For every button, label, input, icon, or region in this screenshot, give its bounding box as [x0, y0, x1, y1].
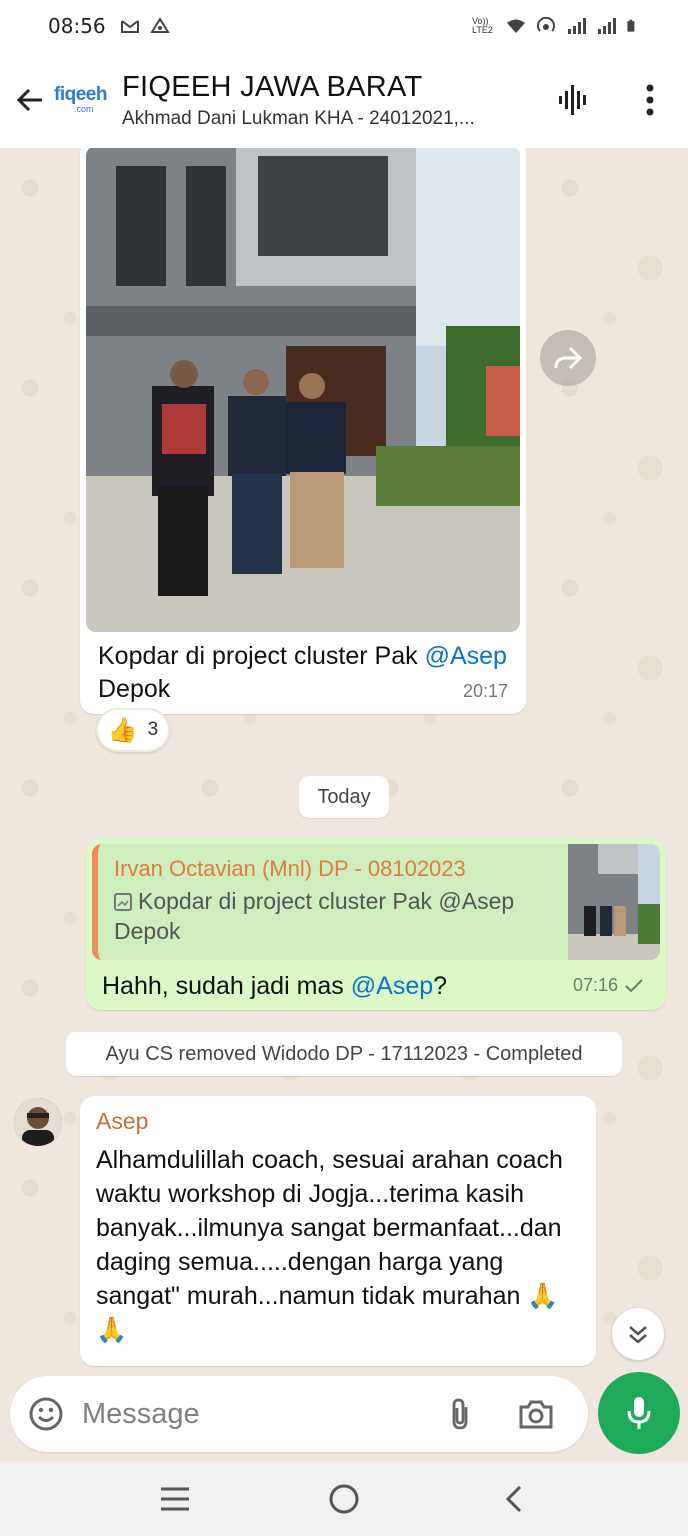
battery-icon	[627, 19, 635, 32]
incoming-message[interactable]: Asep Alhamdulillah coach, sesuai arahan …	[80, 1096, 596, 1366]
message-time-status: 07:16	[573, 975, 644, 996]
smiley-icon	[29, 1397, 63, 1431]
group-avatar[interactable]: fiqeeh .com	[54, 80, 112, 120]
photo-icon	[114, 893, 132, 911]
menu-icon	[160, 1487, 189, 1511]
group-title: FIQEEH JAWA BARAT	[122, 70, 423, 103]
drive-icon	[149, 17, 170, 33]
chat-area[interactable]: Kopdar di project cluster Pak @Asep Depo…	[0, 148, 688, 1378]
voice-chat-button[interactable]	[550, 76, 598, 124]
system-back-button[interactable]	[489, 1475, 537, 1523]
status-bar: 08:56 Vo)) LTE2	[0, 0, 688, 52]
check-icon	[625, 978, 643, 992]
reaction-badge[interactable]: 👍 3	[96, 708, 170, 752]
camera-button[interactable]	[514, 1392, 558, 1436]
thumbs-up-icon: 👍	[107, 716, 138, 744]
arrow-left-icon	[16, 88, 42, 112]
sender-name[interactable]: Asep	[96, 1108, 580, 1135]
reply-message[interactable]: Irvan Octavian (Mnl) DP - 08102023 Kopda…	[86, 838, 666, 1010]
system-nav-bar	[0, 1462, 688, 1536]
forward-button[interactable]	[540, 330, 596, 386]
date-divider: Today	[299, 776, 389, 818]
microphone-icon	[627, 1397, 651, 1429]
message-time: 20:17	[462, 681, 508, 701]
signal-icon	[568, 18, 586, 34]
group-members: Akhmad Dani Lukman KHA - 24012021,...	[122, 107, 475, 129]
caption-mention[interactable]: @Asep	[425, 642, 507, 670]
quoted-message[interactable]: Irvan Octavian (Mnl) DP - 08102023 Kopda…	[92, 844, 660, 960]
scroll-to-bottom-button[interactable]	[612, 1308, 664, 1360]
avatar[interactable]	[14, 1098, 62, 1146]
volte-icon: Vo)) LTE2	[472, 16, 493, 35]
avatar-image	[14, 1098, 62, 1146]
status-time: 08:56	[48, 14, 106, 38]
reply-text-content: Hahh, sudah jadi mas	[102, 972, 351, 1000]
quoted-thumbnail	[568, 844, 660, 960]
attach-button[interactable]	[438, 1392, 482, 1436]
message-time: 07:16	[572, 975, 618, 995]
gmail-icon	[120, 20, 139, 33]
photo-message[interactable]: Kopdar di project cluster Pak @Asep Depo…	[80, 148, 526, 714]
recent-apps-button[interactable]	[151, 1475, 199, 1523]
wifi-icon	[507, 19, 525, 33]
forward-icon	[554, 346, 583, 370]
group-info[interactable]: FIQEEH JAWA BARAT Akhmad Dani Lukman KHA…	[122, 71, 522, 130]
reaction-count: 3	[147, 719, 159, 740]
paperclip-icon	[452, 1398, 468, 1430]
home-button[interactable]	[320, 1475, 368, 1523]
message-input[interactable]	[82, 1397, 422, 1431]
more-options-button[interactable]	[626, 76, 674, 124]
camera-icon	[519, 1400, 553, 1429]
message-text: Alhamdulillah coach, sesuai arahan coach…	[96, 1146, 563, 1344]
reply-text-end: ?	[433, 972, 448, 1000]
voice-chat-icon	[559, 85, 586, 115]
more-options-icon	[646, 84, 654, 116]
emoji-button[interactable]	[26, 1394, 66, 1434]
signal-icon	[598, 18, 616, 34]
reply-mention[interactable]: @Asep	[351, 972, 433, 1000]
double-chevron-down-icon	[629, 1326, 647, 1344]
hotspot-icon	[537, 17, 555, 32]
chevron-left-icon	[506, 1485, 522, 1513]
caption-text-end: Depok	[98, 675, 171, 703]
group-logo-text: fiqeeh	[54, 84, 107, 105]
group-logo-domain: .com	[74, 104, 94, 114]
system-message: Ayu CS removed Widodo DP - 17112023 - Co…	[66, 1032, 622, 1076]
voice-message-button[interactable]	[598, 1372, 680, 1454]
quoted-text-content: Kopdar di project cluster Pak @Asep Depo…	[114, 888, 515, 944]
photo-attachment[interactable]	[86, 148, 520, 632]
composer	[10, 1376, 588, 1452]
back-button[interactable]	[2, 72, 58, 128]
photo-image	[86, 148, 520, 632]
quoted-text: Kopdar di project cluster Pak @Asep Depo…	[114, 886, 554, 946]
caption-text: Kopdar di project cluster Pak	[98, 642, 425, 670]
photo-caption: Kopdar di project cluster Pak @Asep Depo…	[86, 632, 520, 706]
home-circle-icon	[329, 1484, 359, 1514]
chat-header: fiqeeh .com FIQEEH JAWA BARAT Akhmad Dan…	[0, 52, 688, 148]
quoted-author: Irvan Octavian (Mnl) DP - 08102023	[114, 856, 466, 881]
